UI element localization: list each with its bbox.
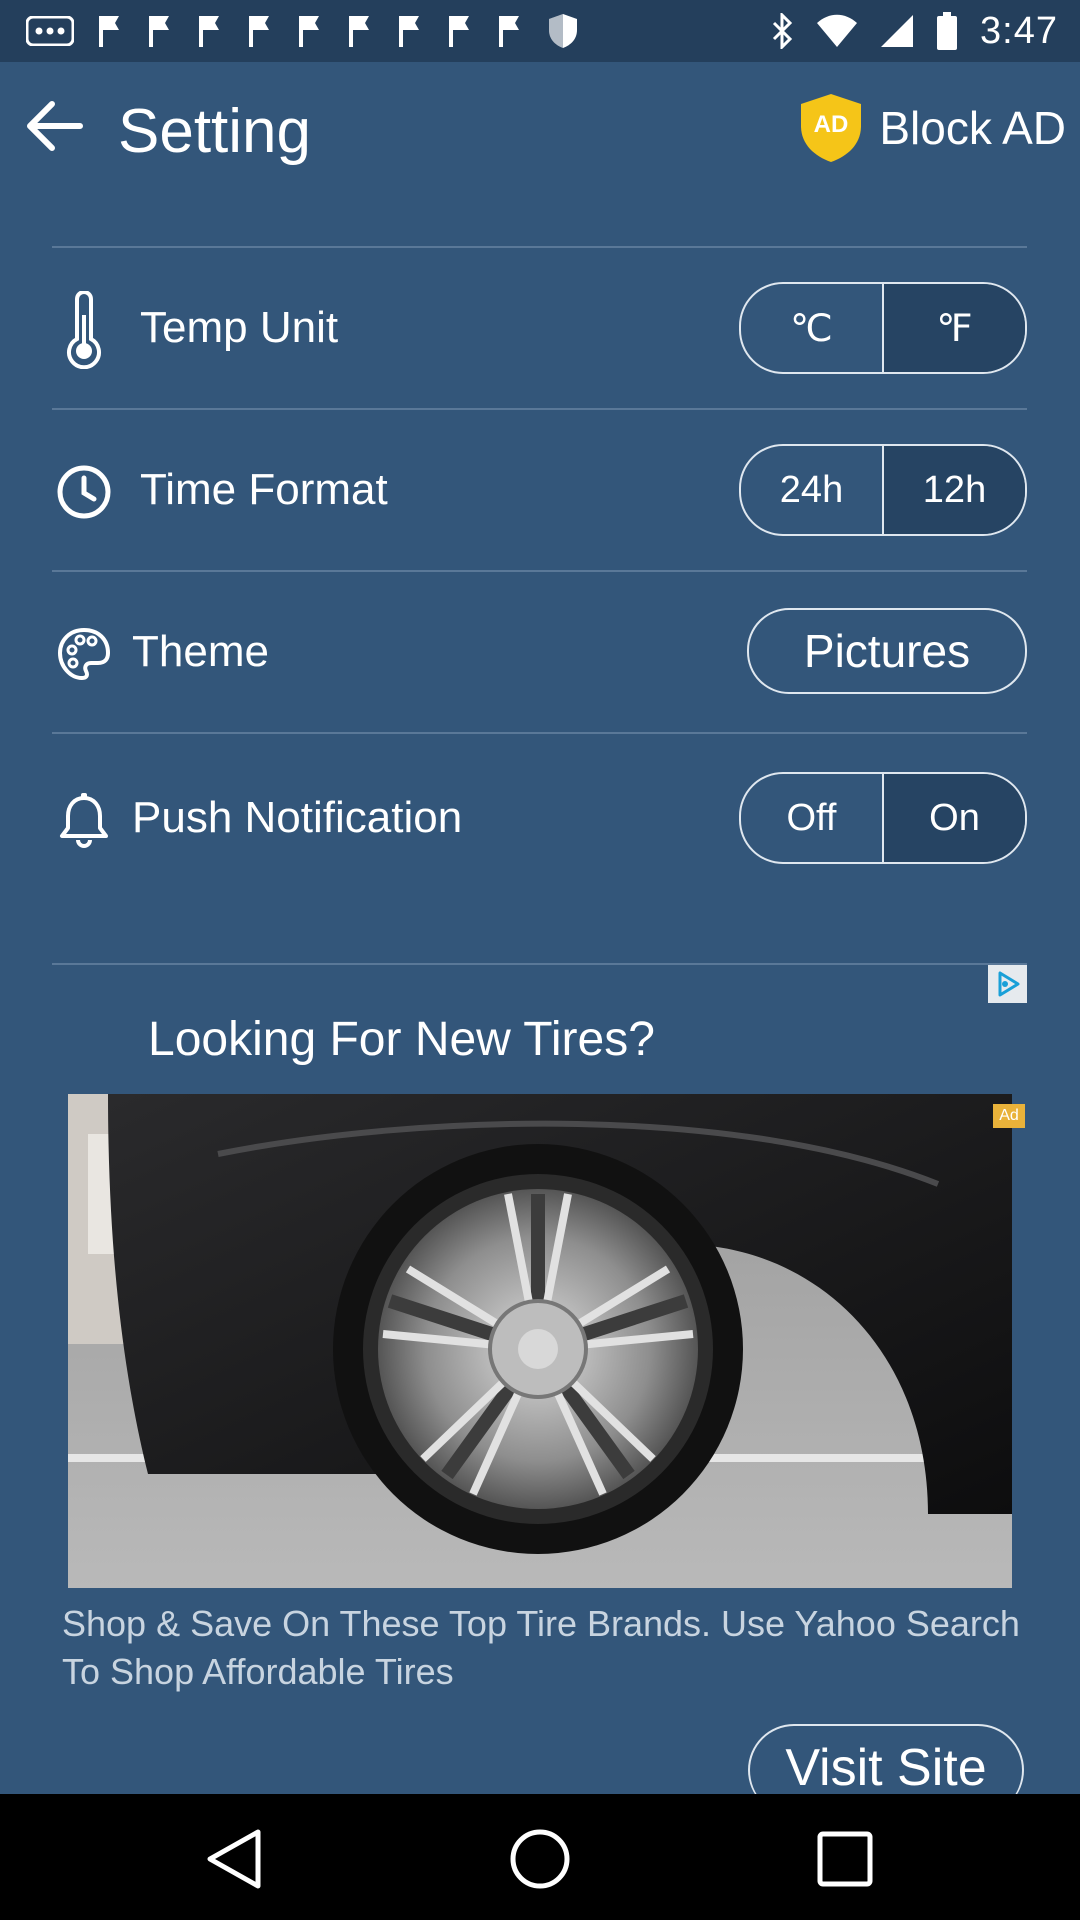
flag-icon	[249, 16, 269, 47]
page-title: Setting	[118, 97, 312, 166]
ad-image[interactable]	[68, 1094, 1012, 1588]
flag-icon	[199, 16, 219, 47]
system-nav-bar	[0, 1794, 1080, 1920]
time-format-toggle: 24h 12h	[739, 444, 1027, 536]
time-format-label: Time Format	[140, 465, 388, 514]
flag-icon	[299, 16, 319, 47]
ad-label-badge: Ad	[993, 1104, 1025, 1128]
wifi-icon	[817, 14, 858, 47]
flag-icon	[149, 16, 169, 47]
divider	[52, 963, 1027, 965]
push-notification-toggle: Off On	[739, 772, 1027, 864]
ad-description: Shop & Save On These Top Tire Brands. Us…	[62, 1603, 1020, 1692]
divider	[52, 246, 1027, 248]
theme-label: Theme	[132, 627, 269, 676]
app-header: Setting AD Block AD	[0, 62, 1080, 192]
block-ad-badge-text: AD	[814, 111, 849, 138]
status-bar: 3:47	[0, 0, 1080, 62]
flag-icon	[99, 16, 119, 47]
flag-icon	[399, 16, 419, 47]
temp-unit-label: Temp Unit	[140, 303, 339, 352]
time-format-option-24h[interactable]: 24h	[741, 446, 882, 534]
back-triangle-icon[interactable]	[200, 1824, 270, 1894]
shield-icon	[549, 14, 577, 48]
battery-icon	[937, 12, 958, 50]
ad-shield-icon: AD	[801, 94, 862, 162]
push-notification-label: Push Notification	[132, 793, 463, 842]
bell-icon	[52, 784, 116, 856]
theme-select-button[interactable]: Pictures	[747, 608, 1027, 694]
temp-unit-option-celsius[interactable]: ℃	[741, 284, 882, 372]
block-ad-label: Block AD	[879, 102, 1066, 154]
temp-unit-option-fahrenheit[interactable]: ℉	[882, 284, 1025, 372]
clock-icon	[52, 456, 116, 528]
more-dots-icon	[26, 16, 74, 46]
setting-row-time-format: Time Format 24h 12h	[52, 444, 1027, 536]
divider	[52, 570, 1027, 572]
setting-row-theme: Theme Pictures	[52, 606, 1027, 698]
ad-headline[interactable]: Looking For New Tires?	[148, 1012, 655, 1067]
block-ad-button[interactable]: AD Block AD	[797, 92, 1066, 164]
push-notification-option-on[interactable]: On	[882, 774, 1025, 862]
signal-icon	[881, 15, 914, 47]
push-notification-option-off[interactable]: Off	[741, 774, 882, 862]
arrow-left-icon[interactable]	[22, 94, 86, 158]
status-time: 3:47	[980, 9, 1058, 52]
time-format-option-12h[interactable]: 12h	[882, 446, 1025, 534]
home-circle-icon[interactable]	[505, 1824, 575, 1894]
divider	[52, 408, 1027, 410]
divider	[52, 732, 1027, 734]
setting-row-push-notification: Push Notification Off On	[52, 772, 1027, 864]
flag-icon	[499, 16, 519, 47]
thermometer-icon	[52, 291, 116, 369]
setting-row-temp-unit: Temp Unit ℃ ℉	[52, 282, 1027, 374]
flag-icon	[349, 16, 369, 47]
adchoices-icon[interactable]	[988, 965, 1027, 1003]
bluetooth-icon	[772, 13, 793, 49]
palette-icon	[52, 618, 116, 690]
flag-icon	[449, 16, 469, 47]
temp-unit-toggle: ℃ ℉	[739, 282, 1027, 374]
recents-square-icon[interactable]	[810, 1824, 880, 1894]
